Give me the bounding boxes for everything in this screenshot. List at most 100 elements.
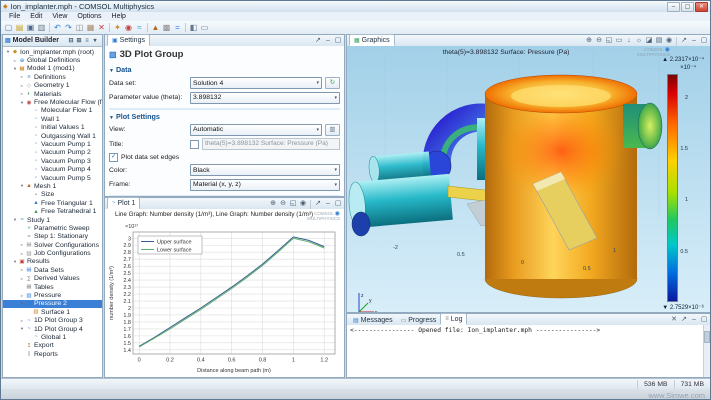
zoom-out-icon[interactable]: ⊖ (594, 36, 604, 46)
refresh-solution-button[interactable]: ↻ (325, 77, 340, 89)
mesh-all-icon[interactable]: ▩ (161, 22, 172, 33)
tree-item-geometry-1[interactable]: ▹◇Geometry 1 (3, 82, 102, 90)
tree-item-outgassing-wall-1[interactable]: ▫Outgassing Wall 1 (3, 132, 102, 140)
tree-item-definitions[interactable]: ▹≡Definitions (3, 73, 102, 81)
snapshot-icon[interactable]: ◉ (664, 36, 674, 46)
color-select[interactable]: Black▾ (190, 164, 340, 176)
transparency-icon[interactable]: ◪ (644, 36, 654, 46)
redo-icon[interactable]: ↷ (63, 22, 74, 33)
undo-icon[interactable]: ↶ (52, 22, 63, 33)
tree-item-free-tetrahedral-1[interactable]: ▲Free Tetrahedral 1 (3, 207, 102, 215)
tree-item-solver-configurations[interactable]: ▹▤Solver Configurations (3, 241, 102, 249)
tree-item-free-triangular-1[interactable]: ▲Free Triangular 1 (3, 199, 102, 207)
filter-icon[interactable]: ▾ (91, 36, 99, 46)
float-window-icon[interactable]: ↗ (679, 315, 689, 325)
open-icon[interactable]: ▤ (14, 22, 25, 33)
float-window-icon[interactable]: ↗ (679, 36, 689, 46)
3d-scene[interactable]: z x y (347, 46, 710, 312)
menu-help[interactable]: Help (107, 13, 131, 20)
tree-item-data-sets[interactable]: ▹▤Data Sets (3, 266, 102, 274)
tree-item-derived-values[interactable]: ▹∑Derived Values (3, 275, 102, 283)
add-physics-icon[interactable]: ◉ (123, 22, 134, 33)
tree-item-molecular-flow-1[interactable]: ▫Molecular Flow 1 (3, 107, 102, 115)
tree-item-global-definitions[interactable]: ▹⊕Global Definitions (3, 56, 102, 64)
tree-item-vacuum-pump-1[interactable]: ▫Vacuum Pump 1 (3, 140, 102, 148)
tree-item-results[interactable]: ▾▣Results (3, 258, 102, 266)
save-icon[interactable]: ▣ (25, 22, 36, 33)
print-icon[interactable]: ▥ (36, 22, 47, 33)
maximize-panel-icon[interactable]: ▢ (333, 36, 343, 46)
scene-light-icon[interactable]: ☼ (634, 36, 644, 46)
tab-graphics[interactable]: ▦ Graphics (349, 34, 395, 46)
title-checkbox[interactable] (190, 140, 199, 149)
tree-item-1d-plot-group-4[interactable]: ▾~1D Plot Group 4 (3, 325, 102, 333)
menu-edit[interactable]: Edit (25, 13, 47, 20)
tree-item-mesh-1[interactable]: ▾▲Mesh 1 (3, 182, 102, 190)
tree-item-study-1[interactable]: ▾≈Study 1 (3, 216, 102, 224)
snapshot-icon[interactable]: ◉ (298, 199, 308, 209)
tree-item-ion-implanter-mph-root[interactable]: ▾◆Ion_implanter.mph (root) (3, 48, 102, 56)
go-to-default-view-icon[interactable]: ↓ (624, 36, 634, 46)
tab-messages[interactable]: ▤Messages (349, 315, 397, 325)
menu-options[interactable]: Options (72, 13, 106, 20)
menu-file[interactable]: File (4, 13, 25, 20)
tree-item-parametric-sweep[interactable]: »Parametric Sweep (3, 224, 102, 232)
minimize-panel-icon[interactable]: – (323, 36, 333, 46)
data-section-header[interactable]: ▼Data (109, 65, 340, 74)
plot-settings-header[interactable]: ▼Plot Settings (109, 112, 340, 121)
tab-log[interactable]: ≡Log (440, 313, 467, 325)
tree-item-pressure[interactable]: ▹▧Pressure (3, 291, 102, 299)
zoom-extents-icon[interactable]: ◱ (288, 199, 298, 209)
tree-item-step-1-stationary[interactable]: =Step 1: Stationary (3, 233, 102, 241)
frame-select[interactable]: Material (x, y, z)▾ (190, 179, 340, 191)
zoom-in-icon[interactable]: ⊕ (268, 199, 278, 209)
tree-item-wall-1[interactable]: ▫Wall 1 (3, 115, 102, 123)
tab-plot-1[interactable]: ~ Plot 1 (107, 197, 140, 209)
tree-item-job-configurations[interactable]: ▹▥Job Configurations (3, 249, 102, 257)
reset-desktop-icon[interactable]: ▭ (199, 22, 210, 33)
tree-item-pressure-2[interactable]: ▾▧Pressure 2 (3, 300, 102, 308)
zoom-in-icon[interactable]: ⊕ (584, 36, 594, 46)
parameter-select[interactable]: 3.898132▾ (190, 92, 340, 104)
model-wizard-icon[interactable]: ✦ (112, 22, 123, 33)
model-tree-settings-icon[interactable]: ≡ (83, 36, 91, 46)
maximize-button[interactable]: ▢ (681, 2, 694, 12)
tree-item-free-molecular-flow-fmf[interactable]: ▾◉Free Molecular Flow (fmf) (3, 98, 102, 106)
menu-view[interactable]: View (47, 13, 72, 20)
add-study-icon[interactable]: ≈ (134, 22, 145, 33)
tree-item-vacuum-pump-3[interactable]: ▫Vacuum Pump 3 (3, 157, 102, 165)
zoom-out-icon[interactable]: ⊖ (278, 199, 288, 209)
minimize-window-icon[interactable]: – (323, 199, 333, 209)
log-scrollbar[interactable] (703, 325, 710, 377)
dataset-select[interactable]: Solution 4▾ (190, 77, 322, 89)
float-panel-icon[interactable]: ↗ (313, 36, 323, 46)
tab-settings[interactable]: ▣ Settings (107, 34, 150, 46)
copy-icon[interactable]: ◫ (74, 22, 85, 33)
delete-icon[interactable]: ✕ (96, 22, 107, 33)
tree-item-surface-1[interactable]: ▨Surface 1 (3, 308, 102, 316)
plot-edges-checkbox[interactable]: ✓ (109, 153, 118, 162)
collapse-all-icon[interactable]: ⊟ (67, 36, 75, 46)
tree-item-vacuum-pump-4[interactable]: ▫Vacuum Pump 4 (3, 165, 102, 173)
print-icon[interactable]: ▤ (654, 36, 664, 46)
tree-item-1d-plot-group-3[interactable]: ▹~1D Plot Group 3 (3, 317, 102, 325)
tree-item-tables[interactable]: ▦Tables (3, 283, 102, 291)
tree-item-global-1[interactable]: ~Global 1 (3, 333, 102, 341)
minimize-window-icon[interactable]: – (689, 36, 699, 46)
tree-item-size[interactable]: ▪Size (3, 191, 102, 199)
float-window-icon[interactable]: ↗ (313, 199, 323, 209)
tree-item-vacuum-pump-5[interactable]: ▫Vacuum Pump 5 (3, 174, 102, 182)
maximize-window-icon[interactable]: ▢ (699, 36, 709, 46)
build-all-icon[interactable]: ▲ (150, 22, 161, 33)
graphics-canvas[interactable]: theta(5)=3.898132 Surface: Pressure (Pa)… (347, 46, 710, 312)
tree-item-initial-values-1[interactable]: ▫Initial Values 1 (3, 124, 102, 132)
new-icon[interactable]: ▢ (3, 22, 14, 33)
tree-item-model-1-mod1[interactable]: ▾▦Model 1 (mod1) (3, 65, 102, 73)
zoom-box-icon[interactable]: ▭ (614, 36, 624, 46)
tab-progress[interactable]: ▭Progress (397, 315, 441, 325)
zoom-extents-icon[interactable]: ◱ (604, 36, 614, 46)
tree-item-reports[interactable]: ▯Reports (3, 350, 102, 358)
minimize-button[interactable]: – (667, 2, 680, 12)
expand-all-icon[interactable]: ⊞ (75, 36, 83, 46)
minimize-window-icon[interactable]: – (689, 315, 699, 325)
